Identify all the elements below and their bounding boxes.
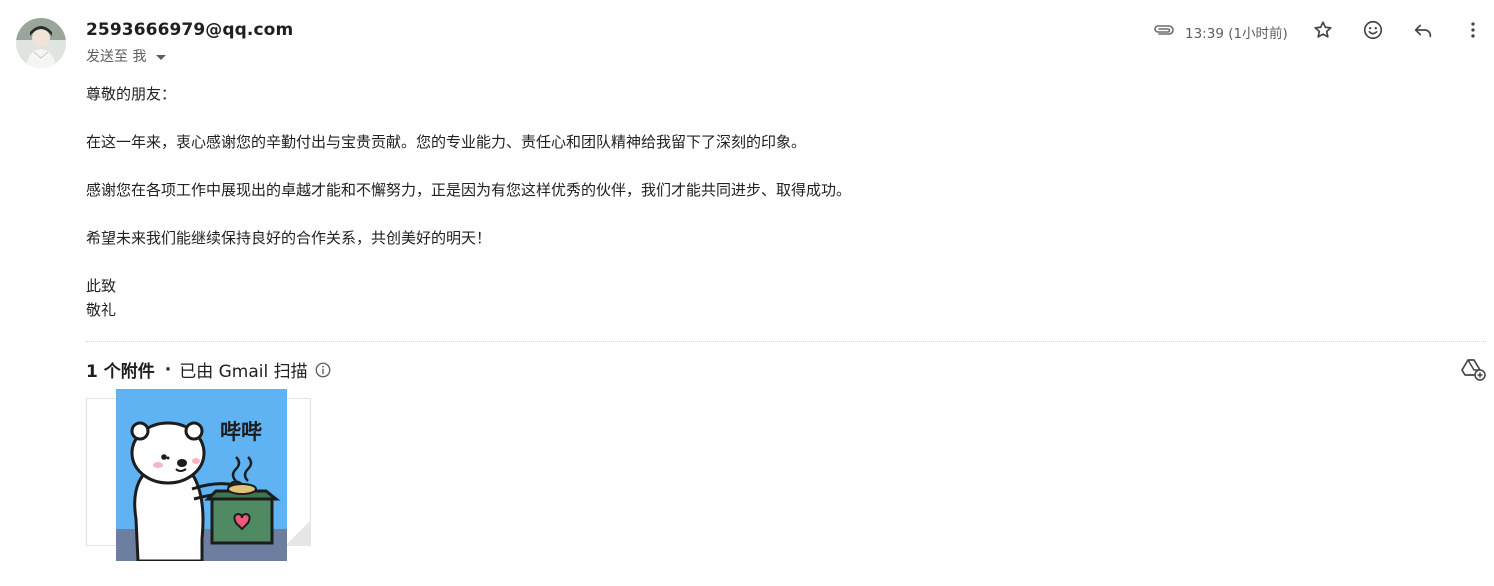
sticker-text: 哔哔 xyxy=(220,420,262,444)
add-to-drive-icon xyxy=(1461,359,1486,381)
more-vert-icon xyxy=(1471,22,1475,38)
closing-line-2: 敬礼 xyxy=(86,301,117,319)
add-to-drive-button[interactable] xyxy=(1460,357,1486,381)
greeting: 尊敬的朋友： xyxy=(86,85,177,103)
body-paragraph-1: 在这一年来，衷心感谢您的辛勤付出与宝贵贡献。您的专业能力、责任心和团队精神给我留… xyxy=(86,133,807,151)
email-timestamp: 13:39 (1小时前) xyxy=(1185,26,1288,42)
star-icon xyxy=(1314,21,1332,38)
attachment-thumbnail[interactable]: 哔哔 xyxy=(116,389,287,561)
recipient-line: 发送至 我 xyxy=(86,46,167,66)
attachments-header: 1 个附件 · 已由 Gmail 扫描 xyxy=(86,357,332,382)
sender-avatar[interactable] xyxy=(16,18,66,68)
closing-line-1: 此致 xyxy=(86,277,117,295)
caret-down-icon[interactable] xyxy=(156,54,167,60)
reply-icon xyxy=(1414,24,1432,38)
add-reaction-button[interactable] xyxy=(1359,16,1387,44)
sender-email[interactable]: 2593666979@qq.com xyxy=(86,20,293,40)
email-body: 尊敬的朋友： 在这一年来，衷心感谢您的辛勤付出与宝贵贡献。您的专业能力、责任心和… xyxy=(86,82,851,322)
body-paragraph-2: 感谢您在各项工作中展现出的卓越才能和不懈努力，正是因为有您这样优秀的伙伴，我们才… xyxy=(86,181,852,199)
recipient-label: 发送至 我 xyxy=(86,49,147,65)
separator-dot: · xyxy=(164,359,172,380)
star-button[interactable] xyxy=(1309,16,1337,44)
scan-status: 已由 Gmail 扫描 xyxy=(179,362,308,382)
attachments-divider xyxy=(86,341,1486,342)
info-icon[interactable] xyxy=(314,361,332,379)
paperclip-icon xyxy=(1152,22,1176,38)
reply-button[interactable] xyxy=(1409,16,1437,44)
smiley-icon xyxy=(1363,20,1383,40)
more-options-button[interactable] xyxy=(1459,16,1487,44)
body-paragraph-3: 希望未来我们能继续保持良好的合作关系，共创美好的明天！ xyxy=(86,229,492,247)
attachment-count: 1 个附件 xyxy=(86,362,155,382)
card-fold xyxy=(285,520,311,546)
